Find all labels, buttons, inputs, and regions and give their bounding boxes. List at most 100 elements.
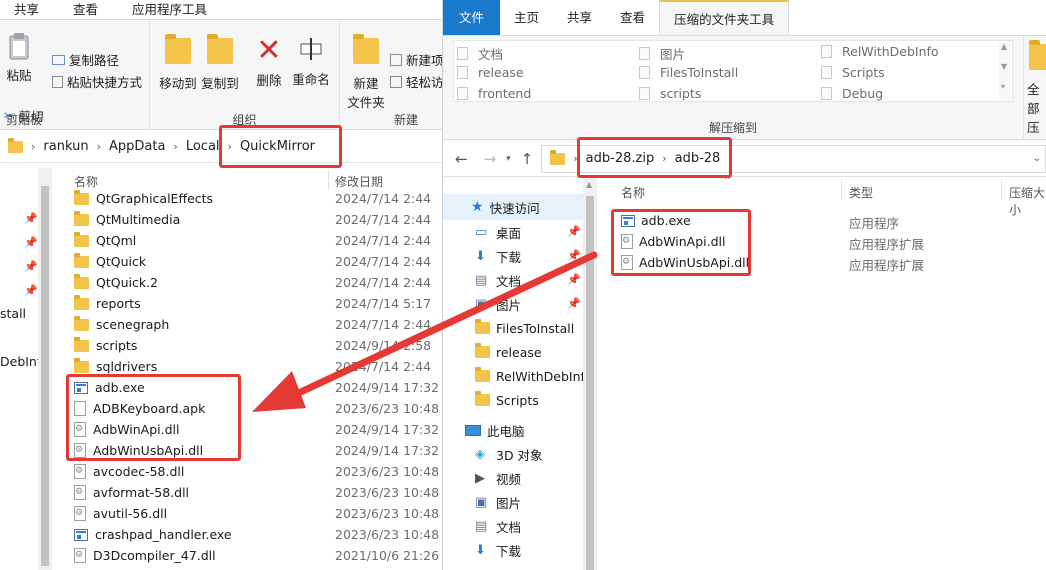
extract-target-icon <box>821 87 832 100</box>
extract-target-item[interactable]: 图片 <box>639 44 685 63</box>
file-row[interactable]: QtQuick.2 <box>74 272 158 293</box>
move-to-button[interactable]: 移动到 <box>158 32 198 92</box>
gallery-up-arrow-icon[interactable]: ▲ <box>1001 42 1007 51</box>
extract-target-item[interactable]: Debug <box>821 86 883 101</box>
extract-target-icon <box>639 66 650 79</box>
nav-this-pc[interactable]: 此电脑 <box>465 418 525 442</box>
right-address-bar: ← → ▾ ↑ › adb-28.zip › adb-28 ⌄ <box>443 141 1046 177</box>
back-arrow-icon[interactable]: ← <box>455 150 468 168</box>
nav-item-fragment[interactable]: stall <box>0 306 26 321</box>
folder-icon <box>74 231 89 247</box>
gallery-down-arrow-icon[interactable]: ▼ <box>1001 62 1007 71</box>
extract-target-item[interactable]: FilesToInstall <box>639 65 738 80</box>
paste-shortcut-button[interactable]: 粘贴快捷方式 <box>52 72 142 91</box>
delete-button[interactable]: ✕ 删除 <box>252 34 286 89</box>
extract-target-item[interactable]: 文档 <box>457 44 503 63</box>
nav-quick-access[interactable]: ★ 快速访问 <box>443 194 583 220</box>
nav-item[interactable]: ▣ 图片 <box>475 292 521 316</box>
tab-share[interactable]: 共享 <box>553 0 606 35</box>
nav-item[interactable]: FilesToInstall <box>475 316 574 340</box>
nav-item[interactable]: Scripts <box>475 388 539 412</box>
nav-item[interactable]: ▶ 视频 <box>475 466 521 490</box>
copy-to-button[interactable]: 复制到 <box>200 32 240 92</box>
scroll-up-icon[interactable]: ▲ <box>586 180 592 189</box>
extract-target-item[interactable]: RelWithDebInfo <box>821 44 939 59</box>
file-row[interactable]: scripts <box>74 335 137 356</box>
tab-app-tools[interactable]: 应用程序工具 <box>118 0 221 19</box>
left-nav-scrollbar[interactable] <box>38 168 52 570</box>
breadcrumb-appdata[interactable]: AppData <box>109 139 165 154</box>
nav-item[interactable]: ▤ 文档 <box>475 268 521 292</box>
nav-item[interactable]: RelWithDebInfo <box>475 364 593 388</box>
new-folder-label-2: 文件夹 <box>347 95 385 110</box>
file-row[interactable]: avformat-58.dll <box>74 482 189 503</box>
file-row[interactable]: reports <box>74 293 141 314</box>
nav-item[interactable]: ▤ 文档 <box>475 514 521 538</box>
file-row[interactable]: QtQuick <box>74 251 146 272</box>
new-folder-label-1: 新建 <box>353 76 379 91</box>
breadcrumb-local[interactable]: Local <box>186 139 220 154</box>
file-row[interactable]: D3Dcompiler_47.dll <box>74 545 216 566</box>
easy-access-button[interactable]: 轻松访 <box>390 72 442 91</box>
tab-home[interactable]: 主页 <box>500 0 553 35</box>
nav-item[interactable]: release <box>475 340 542 364</box>
column-header-type[interactable]: 类型 <box>849 184 873 201</box>
extract-target-item[interactable]: frontend <box>457 86 531 101</box>
nav-item[interactable]: ⬇ 下载 <box>475 538 521 562</box>
rename-button[interactable]: 重命名 <box>290 34 332 88</box>
forward-arrow-icon[interactable]: → <box>484 150 497 168</box>
nav-item[interactable]: ▭ 桌面 <box>475 220 521 244</box>
extract-target-icon <box>457 87 468 100</box>
breadcrumb-rankun[interactable]: rankun <box>43 139 88 154</box>
rename-icon <box>300 38 322 60</box>
recent-chevron-icon[interactable]: ▾ <box>506 154 511 164</box>
extract-all-label-1: 全部 <box>1027 82 1040 116</box>
new-folder-icon <box>353 34 379 64</box>
extract-all-button[interactable]: 全部 压 <box>1027 40 1046 136</box>
file-row[interactable]: scenegraph <box>74 314 169 335</box>
scroll-thumb[interactable] <box>586 196 594 570</box>
tab-view[interactable]: 查看 <box>606 0 659 35</box>
up-arrow-icon[interactable]: ↑ <box>521 150 534 168</box>
file-row[interactable]: avcodec-58.dll <box>74 461 184 482</box>
new-folder-button[interactable]: 新建 文件夹 <box>344 32 388 111</box>
file-row[interactable]: crashpad_handler.exe <box>74 524 232 545</box>
tab-view[interactable]: 查看 <box>59 0 112 19</box>
file-row[interactable]: QtQml <box>74 230 136 251</box>
column-header-date[interactable]: 修改日期 <box>335 173 383 190</box>
tab-share[interactable]: 共享 <box>0 0 53 19</box>
extract-target-icon <box>639 87 650 100</box>
extract-target-item[interactable]: Scripts <box>821 65 885 80</box>
file-row[interactable]: QtGraphicalEffects <box>74 188 213 209</box>
file-date: 2024/9/14 17:32 <box>335 422 440 437</box>
file-row[interactable]: QtMultimedia <box>74 209 180 230</box>
extract-target-item[interactable]: release <box>457 65 524 80</box>
copy-path-icon <box>52 54 65 65</box>
new-item-button[interactable]: 新建项 <box>390 50 442 69</box>
extract-target-item[interactable]: scripts <box>639 86 701 101</box>
column-header-compressed-size[interactable]: 压缩大小 <box>1009 184 1046 218</box>
paste-shortcut-label: 粘贴快捷方式 <box>67 75 143 90</box>
nav-item-label: release <box>496 344 542 360</box>
nav-item[interactable]: ▣ 图片 <box>475 490 521 514</box>
nav-item[interactable]: ◈ 3D 对象 <box>475 442 543 466</box>
scroll-thumb[interactable] <box>41 186 49 566</box>
column-header-name[interactable]: 名称 <box>621 184 645 201</box>
tab-compressed-tools[interactable]: 压缩的文件夹工具 <box>659 0 790 35</box>
right-nav-scrollbar[interactable]: ▲ <box>583 178 597 570</box>
left-ribbon: 粘贴 复制路径 粘贴快捷方式 ✂ 剪切 剪贴板 移动到 复制到 ✕ 删除 重命名… <box>0 20 442 130</box>
tab-file[interactable]: 文件 <box>443 0 501 35</box>
paste-button[interactable]: 粘贴 <box>4 32 34 84</box>
address-dropdown-icon[interactable]: ⌄ <box>1033 153 1041 164</box>
gallery-more-icon[interactable]: ▾ <box>1001 82 1005 91</box>
gallery-scrollbar[interactable]: ▲ ▼ ▾ <box>999 42 1011 100</box>
star-icon: ★ <box>471 199 484 215</box>
nav-item[interactable]: ⬇ 下载 <box>475 244 521 268</box>
left-nav-pane: 📌 📌 📌 📌 stall DebInfo <box>0 168 49 570</box>
delete-x-icon: ✕ <box>256 33 282 68</box>
file-row[interactable]: avutil-56.dll <box>74 503 167 524</box>
copy-path-button[interactable]: 复制路径 <box>52 50 119 69</box>
new-item-label: 新建项 <box>406 53 442 68</box>
nav-item-label: 3D 对象 <box>496 447 543 463</box>
copy-path-label: 复制路径 <box>69 53 120 68</box>
